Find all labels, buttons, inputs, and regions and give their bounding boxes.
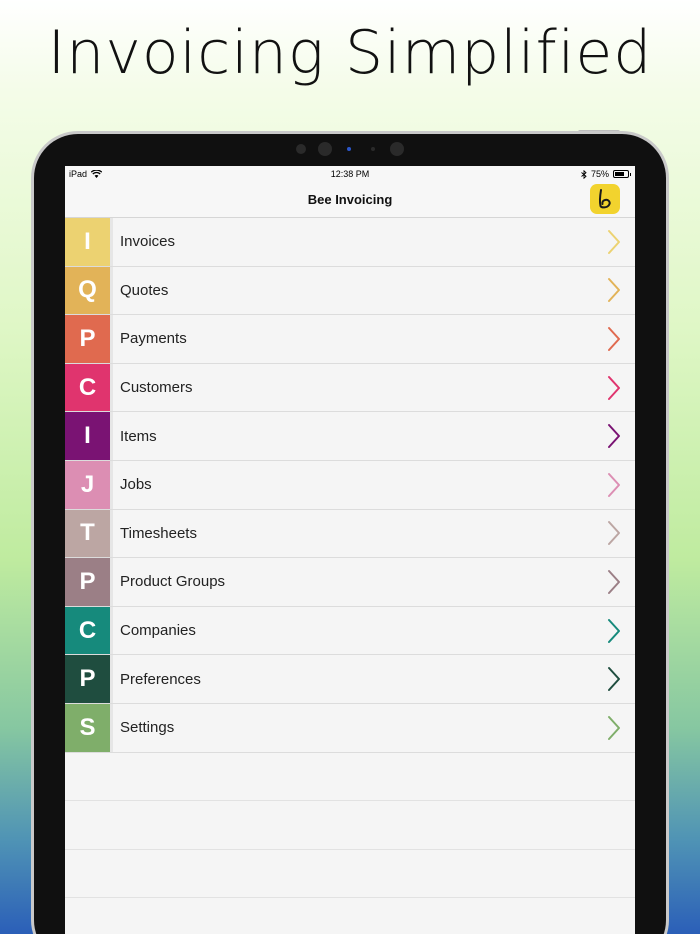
status-time: 12:38 PM bbox=[330, 169, 370, 179]
menu-item-label: Preferences bbox=[120, 670, 201, 688]
battery-percent: 75% bbox=[590, 169, 609, 179]
menu-letter-badge: T bbox=[65, 509, 110, 558]
menu-item-product-groups[interactable]: P Product Groups bbox=[65, 558, 635, 607]
bluetooth-icon bbox=[581, 169, 587, 179]
sensor-icon bbox=[296, 144, 306, 154]
menu-item-quotes[interactable]: Q Quotes bbox=[65, 266, 635, 316]
navigation-bar: Bee Invoicing bbox=[65, 182, 635, 218]
menu-letter-badge: C bbox=[65, 363, 110, 412]
chevron-right-icon bbox=[599, 704, 629, 752]
camera-indicator-icon bbox=[347, 147, 351, 151]
menu-item-preferences[interactable]: P Preferences bbox=[65, 655, 635, 704]
main-menu-list: I Invoices Q Quotes P Payments C Customers I Item… bbox=[65, 218, 635, 934]
status-bar: iPad 12:38 PM 75% bbox=[65, 166, 635, 182]
bee-logo-glyph bbox=[598, 189, 611, 209]
chevron-right-icon bbox=[599, 315, 629, 363]
empty-row bbox=[65, 801, 635, 850]
empty-row bbox=[65, 849, 635, 899]
app-screen: iPad 12:38 PM 75% Bee Invoicing I Invoice… bbox=[65, 166, 635, 934]
menu-letter-badge: J bbox=[65, 460, 110, 509]
chevron-right-icon bbox=[599, 461, 629, 509]
empty-row bbox=[65, 752, 635, 802]
empty-row bbox=[65, 898, 635, 934]
chevron-right-icon bbox=[599, 412, 629, 460]
menu-letter-badge: P bbox=[65, 315, 110, 363]
menu-item-label: Items bbox=[120, 427, 157, 445]
menu-item-label: Quotes bbox=[120, 281, 169, 299]
menu-item-label: Payments bbox=[120, 330, 187, 348]
face-sensor-icon bbox=[390, 142, 404, 156]
chevron-right-icon bbox=[599, 364, 629, 412]
chevron-right-icon bbox=[599, 218, 629, 266]
menu-letter-badge: P bbox=[65, 558, 110, 606]
menu-item-label: Settings bbox=[120, 719, 175, 737]
chevron-right-icon bbox=[599, 510, 629, 558]
menu-item-label: Timesheets bbox=[120, 524, 197, 542]
menu-item-payments[interactable]: P Payments bbox=[65, 315, 635, 364]
chevron-right-icon bbox=[599, 655, 629, 703]
menu-item-label: Jobs bbox=[120, 476, 152, 494]
bee-logo-icon[interactable] bbox=[590, 184, 620, 214]
menu-item-label: Companies bbox=[120, 622, 196, 640]
menu-item-jobs[interactable]: J Jobs bbox=[65, 460, 635, 510]
menu-letter-badge: Q bbox=[65, 266, 110, 315]
sensor-dot-icon bbox=[371, 147, 375, 151]
menu-item-label: Product Groups bbox=[120, 573, 226, 591]
chevron-right-icon bbox=[599, 267, 629, 315]
chevron-right-icon bbox=[599, 607, 629, 655]
menu-letter-badge: I bbox=[65, 412, 110, 460]
camera-icon bbox=[318, 142, 332, 156]
menu-item-customers[interactable]: C Customers bbox=[65, 363, 635, 413]
chevron-right-icon bbox=[599, 558, 629, 606]
battery-icon bbox=[613, 170, 631, 178]
menu-letter-badge: I bbox=[65, 218, 110, 266]
menu-item-companies[interactable]: C Companies bbox=[65, 606, 635, 656]
menu-item-label: Customers bbox=[120, 379, 193, 397]
menu-letter-badge: C bbox=[65, 606, 110, 655]
menu-letter-badge: S bbox=[65, 703, 110, 752]
menu-item-settings[interactable]: S Settings bbox=[65, 703, 635, 753]
menu-item-invoices[interactable]: I Invoices bbox=[65, 218, 635, 267]
menu-item-timesheets[interactable]: T Timesheets bbox=[65, 509, 635, 559]
menu-item-items[interactable]: I Items bbox=[65, 412, 635, 461]
menu-letter-badge: P bbox=[65, 655, 110, 703]
menu-item-label: Invoices bbox=[120, 233, 176, 251]
headline: Invoicing Simplified bbox=[47, 18, 653, 88]
battery-fill bbox=[615, 172, 624, 176]
nav-title: Bee Invoicing bbox=[307, 192, 393, 207]
